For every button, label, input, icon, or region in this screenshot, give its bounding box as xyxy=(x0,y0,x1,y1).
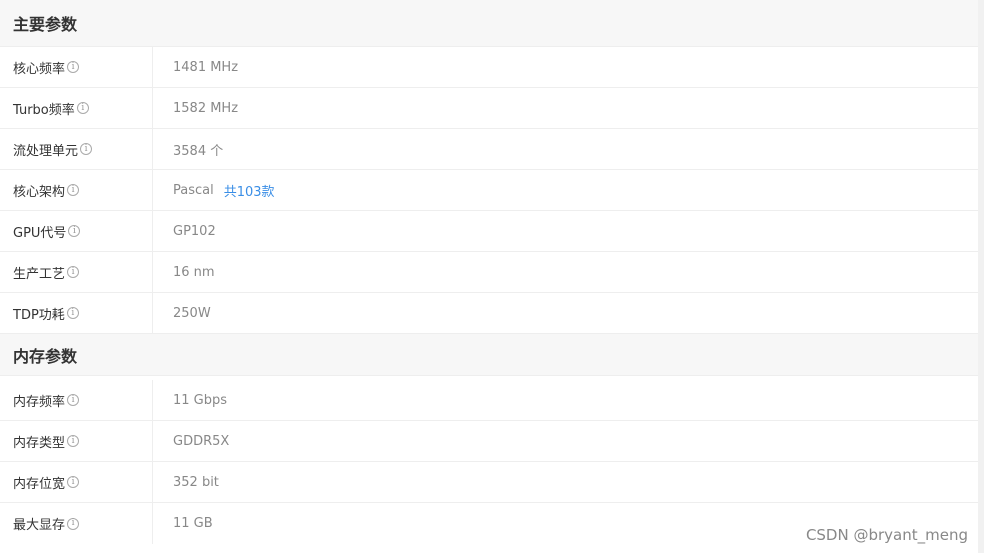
info-icon[interactable]: i xyxy=(67,517,80,530)
label-text: 生产工艺 xyxy=(13,266,66,282)
table-row: TDP功耗 i 250W xyxy=(0,293,978,334)
row-value: 1582 MHz xyxy=(153,88,978,128)
info-icon[interactable]: i xyxy=(67,266,80,278)
info-icon[interactable]: i xyxy=(67,476,80,488)
value-text: 11 Gbps xyxy=(173,392,228,408)
row-label: 内存类型 i xyxy=(0,421,153,461)
label-text: 核心频率 xyxy=(13,61,66,77)
table-row: 核心架构 i Pascal 共103款 xyxy=(0,170,978,211)
row-value: Pascal 共103款 xyxy=(153,170,978,210)
table-row: GPU代号 i GP102 xyxy=(0,211,978,252)
label-text: Turbo频率 xyxy=(13,102,75,118)
label-text: TDP功耗 xyxy=(13,307,65,323)
value-text: 352 bit xyxy=(173,474,219,490)
label-text: GPU代号 xyxy=(13,225,67,241)
label-text: 内存位宽 xyxy=(13,476,66,492)
watermark: CSDN @bryant_meng xyxy=(805,526,968,544)
label-text: 核心架构 xyxy=(13,184,66,200)
value-text: 3584 个 xyxy=(173,143,224,159)
row-label: 生产工艺 i xyxy=(0,252,153,292)
table-row: 内存位宽 i 352 bit xyxy=(0,462,978,503)
info-icon[interactable]: i xyxy=(80,143,93,155)
section-title: 主要参数 xyxy=(13,15,78,34)
table-row: 核心频率 i 1481 MHz xyxy=(0,47,978,88)
row-label: 内存位宽 i xyxy=(0,462,153,502)
architecture-count-link[interactable]: 共103款 xyxy=(224,181,275,200)
row-value: 352 bit xyxy=(153,462,978,502)
row-value: 3584 个 xyxy=(153,129,978,169)
section-header-memory: 内存参数 xyxy=(0,334,978,376)
row-value: GP102 xyxy=(153,211,978,251)
row-label: 流处理单元 i xyxy=(0,129,153,169)
row-value: 16 nm xyxy=(153,252,978,292)
label-text: 流处理单元 xyxy=(13,143,79,159)
scroll-gutter xyxy=(978,0,984,553)
value-text: 1481 MHz xyxy=(173,59,239,75)
row-label: 内存频率 i xyxy=(0,380,153,420)
info-icon[interactable]: i xyxy=(67,394,80,406)
row-label: 最大显存 i xyxy=(0,503,153,544)
info-icon[interactable]: i xyxy=(67,61,80,73)
info-icon[interactable]: i xyxy=(67,435,80,447)
row-label: Turbo频率 i xyxy=(0,88,153,128)
spec-table: 主要参数 核心频率 i 1481 MHz Turbo频率 i 1582 MHz … xyxy=(0,0,978,553)
info-icon[interactable]: i xyxy=(68,225,81,237)
value-text: 1582 MHz xyxy=(173,100,239,116)
label-text: 内存频率 xyxy=(13,394,66,410)
row-value: 11 Gbps xyxy=(153,380,978,420)
table-row: 内存类型 i GDDR5X xyxy=(0,421,978,462)
row-value: 1481 MHz xyxy=(153,47,978,87)
value-text: GP102 xyxy=(173,223,216,239)
section-title: 内存参数 xyxy=(13,346,78,366)
value-text: 11 GB xyxy=(173,516,213,531)
label-text: 内存类型 xyxy=(13,435,66,451)
table-row: 流处理单元 i 3584 个 xyxy=(0,129,978,170)
table-row: 内存频率 i 11 Gbps xyxy=(0,380,978,421)
row-value: GDDR5X xyxy=(153,421,978,461)
row-label: GPU代号 i xyxy=(0,211,153,251)
value-text: GDDR5X xyxy=(173,433,230,449)
row-label: 核心频率 i xyxy=(0,47,153,87)
section-header-main: 主要参数 xyxy=(0,0,978,47)
info-icon[interactable]: i xyxy=(67,184,80,196)
info-icon[interactable]: i xyxy=(66,307,79,319)
row-label: TDP功耗 i xyxy=(0,293,153,333)
table-row: Turbo频率 i 1582 MHz xyxy=(0,88,978,129)
value-text: 250W xyxy=(173,305,211,321)
row-label: 核心架构 i xyxy=(0,170,153,210)
info-icon[interactable]: i xyxy=(76,102,89,114)
table-row: 生产工艺 i 16 nm xyxy=(0,252,978,293)
label-text: 最大显存 xyxy=(13,518,66,533)
value-text: Pascal xyxy=(173,182,214,198)
value-text: 16 nm xyxy=(173,264,215,280)
row-value: 250W xyxy=(153,293,978,333)
